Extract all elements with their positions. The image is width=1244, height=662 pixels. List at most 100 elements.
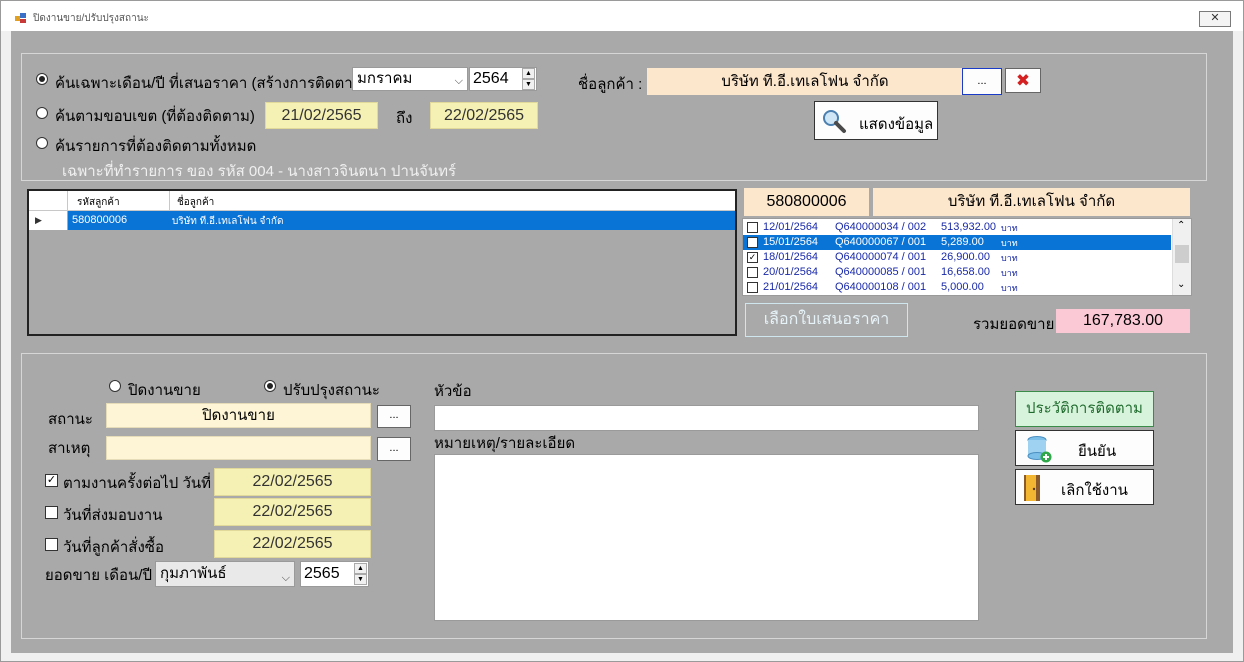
radio-close-job[interactable]: [109, 380, 121, 392]
next-follow-checkbox[interactable]: ✓: [45, 474, 58, 487]
quote-list[interactable]: 12/01/2564 Q640000034 / 002 513,932.00 บาท 1…: [742, 218, 1192, 296]
sales-year-spinner[interactable]: 2565 ▲ ▼: [300, 561, 369, 587]
note-label: หมายเหตุ/รายละเอียด: [434, 435, 576, 452]
main-window: ปิดงานขาย/ปรับปรุงสถานะ ✕ ค้นเฉพาะเดือน/…: [0, 0, 1244, 662]
confirm-label: ยืนยัน: [1078, 443, 1117, 460]
quote-row[interactable]: 20/01/2564 Q640000085 / 001 16,658.00 บาท: [743, 265, 1171, 280]
radio-month-label: ค้นเฉพาะเดือน/ปี ที่เสนอราคา (สร้างการติ…: [55, 75, 368, 92]
delivery-checkbox[interactable]: [45, 506, 58, 519]
note-textarea[interactable]: [434, 454, 979, 621]
grid-header: รหัสลูกค้า ชื่อลูกค้า: [29, 191, 735, 211]
next-follow-date[interactable]: 22/02/2565: [214, 468, 371, 496]
quote-doc: Q640000074 / 001: [835, 251, 927, 263]
chevron-down-icon: ⌵: [454, 75, 463, 87]
sales-year-value: 2565: [304, 565, 340, 582]
quote-checkbox[interactable]: [747, 222, 758, 233]
customer-label: ชื่อลูกค้า :: [578, 76, 643, 93]
year-spinner[interactable]: 2564 ▲ ▼: [469, 67, 537, 91]
order-label: วันที่ลูกค้าสั่งซื้อ: [63, 539, 164, 556]
grid-col-divider: [169, 191, 170, 211]
quote-amount: 5,289.00: [941, 236, 984, 248]
quote-row[interactable]: 15/01/2564 Q640000067 / 001 5,289.00 บาท: [743, 235, 1171, 250]
quote-doc: Q640000067 / 001: [835, 236, 927, 248]
table-row[interactable]: ▶ 580800006 บริษัท ที.อี.เทเลโฟน จำกัด: [29, 211, 735, 230]
quote-date: 20/01/2564: [763, 266, 819, 278]
sales-month-select[interactable]: กุมภาพันธ์ ⌵: [155, 561, 295, 587]
scroll-up-icon[interactable]: ⌃: [1177, 220, 1185, 231]
quote-checkbox[interactable]: [747, 237, 758, 248]
topic-input[interactable]: [434, 405, 979, 431]
show-data-button[interactable]: แสดงข้อมูล: [814, 101, 938, 140]
select-quote-button[interactable]: เลือกใบเสนอราคา: [745, 303, 908, 337]
history-button[interactable]: ประวัติการติดตาม: [1015, 391, 1154, 427]
close-x-icon: ✖: [1015, 71, 1031, 90]
exit-label: เลิกใช้งาน: [1061, 482, 1128, 499]
quote-amount: 5,000.00: [941, 281, 984, 293]
close-button[interactable]: ✕: [1199, 11, 1231, 27]
delivery-date[interactable]: 22/02/2565: [214, 498, 371, 526]
spin-up-icon[interactable]: ▲: [354, 563, 367, 574]
customer-field[interactable]: บริษัท ที.อี.เทเลโฟน จำกัด: [647, 68, 963, 95]
topic-label: หัวข้อ: [434, 383, 472, 400]
sales-month-value: กุมภาพันธ์: [160, 565, 227, 582]
reason-label: สาเหตุ: [48, 440, 91, 457]
row-data-cells: [68, 211, 735, 230]
app-icon: [15, 13, 26, 23]
detail-customer-code: 580800006: [744, 188, 869, 216]
quote-checkbox[interactable]: [747, 267, 758, 278]
reason-browse-button[interactable]: ...: [377, 437, 411, 461]
quote-checkbox[interactable]: [747, 282, 758, 293]
radio-all-label: ค้นรายการที่ต้องติดตามทั้งหมด: [55, 138, 257, 155]
exit-button[interactable]: เลิกใช้งาน: [1015, 469, 1154, 505]
status-browse-button[interactable]: ...: [377, 405, 411, 428]
status-label: สถานะ: [48, 411, 93, 428]
delivery-label: วันที่ส่งมอบงาน: [63, 507, 163, 524]
scrollbar[interactable]: ⌃ ⌄: [1172, 219, 1191, 295]
row-arrow-icon: ▶: [35, 215, 42, 225]
show-data-label: แสดงข้อมูล: [859, 116, 934, 133]
radio-update-status[interactable]: [264, 380, 276, 392]
database-add-icon: [1027, 436, 1052, 463]
customer-browse-button[interactable]: ...: [962, 68, 1002, 95]
month-select[interactable]: มกราคม ⌵: [352, 67, 468, 91]
scroll-down-icon[interactable]: ⌄: [1177, 279, 1185, 290]
quote-amount: 513,932.00: [941, 221, 997, 233]
quote-row[interactable]: ✓ 18/01/2564 Q640000074 / 001 26,900.00 บาท: [743, 250, 1171, 265]
quote-unit: บาท: [1001, 253, 1018, 263]
row-code: 580800006: [72, 214, 128, 226]
row-name: บริษัท ที.อี.เทเลโฟน จำกัด: [172, 216, 284, 227]
confirm-button[interactable]: ยืนยัน: [1015, 430, 1154, 466]
title-bar: ปิดงานขาย/ปรับปรุงสถานะ ✕: [1, 1, 1243, 31]
radio-update-label: ปรับปรุงสถานะ: [283, 382, 380, 399]
quote-amount: 26,900.00: [941, 251, 990, 263]
chevron-down-icon: ⌵: [281, 572, 290, 584]
spin-down-icon[interactable]: ▼: [522, 79, 535, 90]
order-checkbox[interactable]: [45, 538, 58, 551]
status-field[interactable]: ปิดงานขาย: [106, 403, 371, 428]
date-from-field[interactable]: 21/02/2565: [265, 102, 378, 129]
quote-date: 15/01/2564: [763, 236, 819, 248]
detail-customer-name: บริษัท ที.อี.เทเลโฟน จำกัด: [873, 188, 1190, 216]
date-to-field[interactable]: 22/02/2565: [430, 102, 538, 129]
clear-customer-button[interactable]: ✖: [1005, 68, 1041, 93]
order-date[interactable]: 22/02/2565: [214, 530, 371, 558]
grid-col-code[interactable]: รหัสลูกค้า: [77, 195, 120, 210]
quote-unit: บาท: [1001, 268, 1018, 278]
radio-range-search[interactable]: [36, 107, 48, 119]
radio-month-search[interactable]: [36, 73, 48, 85]
quote-row[interactable]: 12/01/2564 Q640000034 / 002 513,932.00 บาท: [743, 220, 1171, 235]
spin-down-icon[interactable]: ▼: [354, 574, 367, 585]
quote-row[interactable]: 21/01/2564 Q640000108 / 001 5,000.00 บาท: [743, 280, 1171, 295]
grid-col-name[interactable]: ชื่อลูกค้า: [177, 195, 214, 210]
to-label: ถึง: [396, 110, 413, 127]
reason-field[interactable]: [106, 436, 371, 460]
quote-unit: บาท: [1001, 283, 1018, 293]
quote-unit: บาท: [1001, 238, 1018, 248]
scroll-thumb[interactable]: [1175, 245, 1189, 263]
customer-grid[interactable]: รหัสลูกค้า ชื่อลูกค้า ▶ 580800006 บริษัท…: [27, 189, 737, 336]
window-title: ปิดงานขาย/ปรับปรุงสถานะ: [33, 13, 149, 24]
spin-up-icon[interactable]: ▲: [522, 68, 535, 79]
quote-date: 21/01/2564: [763, 281, 819, 293]
radio-all-search[interactable]: [36, 137, 48, 149]
quote-checkbox[interactable]: ✓: [747, 252, 758, 263]
